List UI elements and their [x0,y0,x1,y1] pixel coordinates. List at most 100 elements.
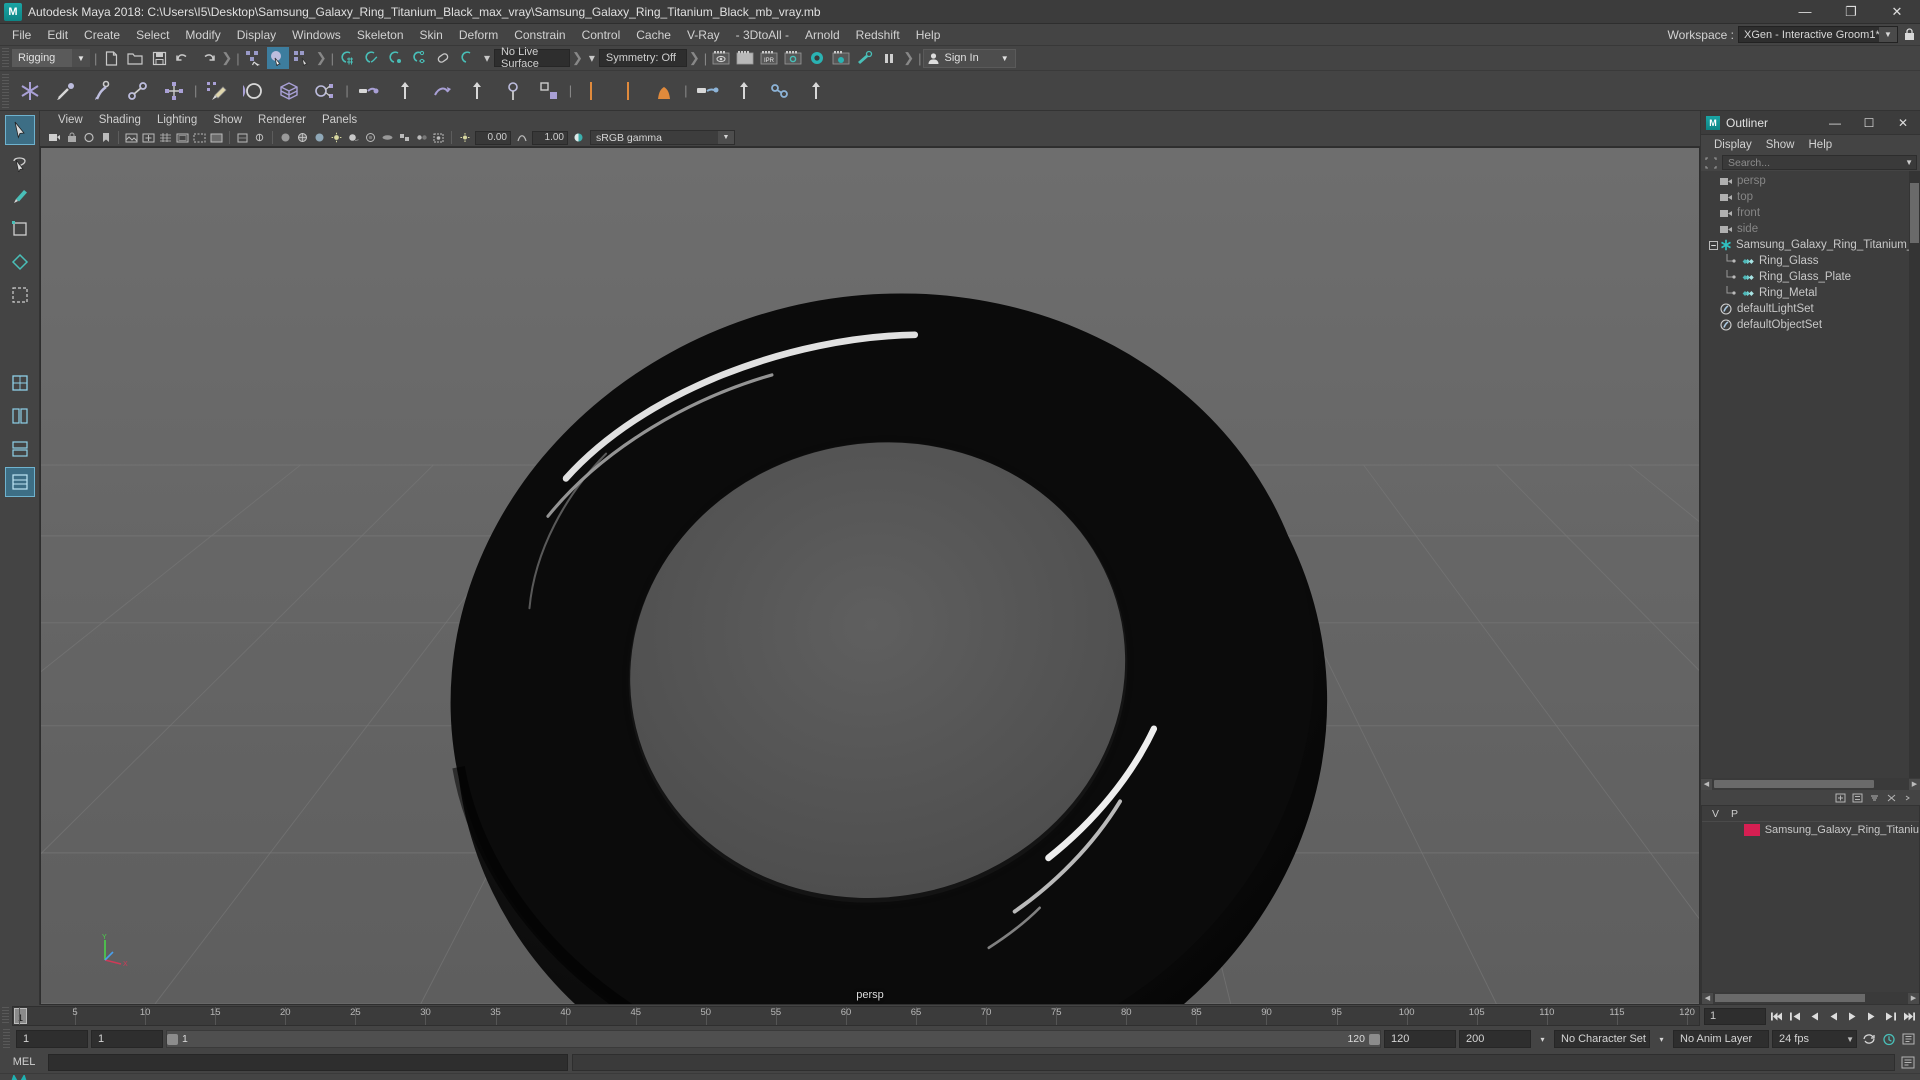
playback-start-field[interactable]: 1 [91,1030,163,1048]
snap-to-curve-icon[interactable] [361,47,383,69]
maximize-button[interactable]: ❐ [1828,0,1874,24]
outliner-node-ring-glass[interactable]: Ring_Glass [1701,253,1920,269]
blend-shape-icon[interactable] [728,75,760,107]
chevron-down-icon[interactable]: ▼ [72,49,90,67]
insert-joint-icon[interactable] [122,75,154,107]
outliner-node-ring-metal[interactable]: Ring_Metal [1701,285,1920,301]
snap-options-chevron-icon[interactable]: ▾ [481,47,493,69]
scrollbar-thumb[interactable] [1714,780,1874,788]
hik-character-icon[interactable] [648,75,680,107]
color-management-icon[interactable] [571,130,586,145]
menu-skeleton[interactable]: Skeleton [349,25,412,45]
chevron-down-icon[interactable]: ▼ [1905,158,1913,167]
search-filter-icon[interactable] [1704,156,1718,170]
menu-3dtoall[interactable]: - 3DtoAll - [728,25,797,45]
two-pane-layout[interactable] [5,401,35,431]
resolution-gate-icon[interactable] [192,130,207,145]
range-bar[interactable]: 1 120 [166,1030,1381,1048]
lock-camera-icon[interactable] [64,130,79,145]
depth-of-field-icon[interactable] [414,130,429,145]
menu-vray[interactable]: V-Ray [679,25,728,45]
three-pane-layout[interactable] [5,434,35,464]
select-tool[interactable] [5,115,35,145]
menu-create[interactable]: Create [76,25,128,45]
toggle-render-icon[interactable] [854,47,876,69]
play-forwards-icon[interactable] [1844,1008,1861,1025]
menu-cache[interactable]: Cache [628,25,679,45]
snap-to-grid-icon[interactable] [337,47,359,69]
scrollbar-thumb[interactable] [1715,994,1865,1002]
textured-icon[interactable] [312,130,327,145]
grid-toggle-icon[interactable] [158,130,173,145]
command-language-label[interactable]: MEL [4,1056,44,1068]
menuset-dropdown[interactable]: Rigging ▼ [12,49,90,67]
symmetry-chevron-icon[interactable]: ▾ [586,47,598,69]
toolbar-grip[interactable] [2,48,9,69]
exposure-icon[interactable] [457,130,472,145]
paint-select-tool[interactable] [5,181,35,211]
menu-constrain[interactable]: Constrain [506,25,573,45]
script-editor-icon[interactable] [1899,1054,1916,1071]
create-layer-icon[interactable] [1834,792,1846,803]
play-backwards-icon[interactable] [1825,1008,1842,1025]
step-forward-keyframe-icon[interactable] [1882,1008,1899,1025]
make-live-icon[interactable] [457,47,479,69]
symmetry-field[interactable]: Symmetry: Off [599,49,687,67]
shelf-grip[interactable] [2,74,9,108]
point-constraint-icon[interactable] [389,75,421,107]
pause-icon[interactable] [878,47,900,69]
auto-keyframe-icon[interactable] [1860,1031,1877,1048]
menu-arnold[interactable]: Arnold [797,25,848,45]
anim-end-field[interactable]: 200 [1459,1030,1531,1048]
outliner-node-group[interactable]: Samsung_Galaxy_Ring_Titanium_Black [1701,237,1920,253]
gamma-field[interactable]: 1.00 [532,131,568,145]
menu-help[interactable]: Help [908,25,949,45]
lattice-icon[interactable] [273,75,305,107]
timeslider-grip[interactable] [2,1007,9,1025]
outliner-close-button[interactable]: ✕ [1886,111,1920,135]
scale-constraint-icon[interactable] [533,75,565,107]
anim-layer-dropdown[interactable]: No Anim Layer [1673,1030,1769,1048]
range-grip[interactable] [3,1029,10,1049]
panel-menu-shading[interactable]: Shading [91,113,149,127]
orient-joint-icon[interactable] [612,75,644,107]
bind-skin-icon[interactable] [237,75,269,107]
wireframe-on-shaded-icon[interactable] [295,130,310,145]
multisample-icon[interactable] [397,130,412,145]
select-camera-icon[interactable] [47,130,62,145]
gate-mask-icon[interactable] [209,130,224,145]
new-scene-icon[interactable] [100,47,122,69]
layer-row[interactable]: Samsung_Galaxy_Ring_Titaniu [1702,822,1919,838]
lighting-icon[interactable] [329,130,344,145]
cluster-icon[interactable] [309,75,341,107]
layer-horizontal-scrollbar[interactable]: ◀ ▶ [1702,992,1919,1004]
rotate-tool[interactable] [5,247,35,277]
menu-control[interactable]: Control [574,25,629,45]
sign-in-button[interactable]: Sign In ▼ [923,49,1015,68]
step-forward-frame-icon[interactable] [1863,1008,1880,1025]
four-pane-layout[interactable] [5,467,35,497]
redo-icon[interactable] [196,47,218,69]
save-scene-icon[interactable] [148,47,170,69]
menu-modify[interactable]: Modify [177,25,228,45]
ipr-render-icon[interactable]: IPR [758,47,780,69]
command-output[interactable] [572,1054,1895,1071]
mirror-joint-icon[interactable] [576,75,608,107]
outliner-node-top[interactable]: top [1701,189,1920,205]
layer-options-icon[interactable] [1851,792,1863,803]
step-back-frame-icon[interactable] [1806,1008,1823,1025]
layer-color-swatch[interactable] [1744,824,1760,836]
expander-minus-icon[interactable] [1709,239,1718,251]
range-slider-options-icon[interactable] [1900,1031,1917,1048]
outliner-node-default-light-set[interactable]: defaultLightSet [1701,301,1920,317]
parent-constraint-icon[interactable] [353,75,385,107]
playback-end-field[interactable]: 120 [1384,1030,1456,1048]
shading-smooth-icon[interactable] [278,130,293,145]
ik-handle-icon[interactable] [50,75,82,107]
minimize-button[interactable]: — [1782,0,1828,24]
outliner-menu-help[interactable]: Help [1802,138,1840,152]
render-settings-icon[interactable] [782,47,804,69]
menu-deform[interactable]: Deform [451,25,506,45]
xray-toggle-icon[interactable] [235,130,250,145]
panel-menu-show[interactable]: Show [205,113,250,127]
